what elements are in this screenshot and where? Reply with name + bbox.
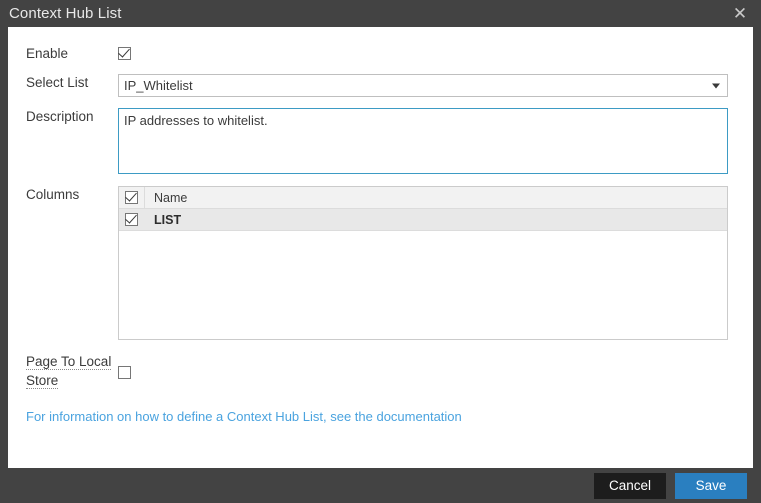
select-list-value: IP_Whitelist: [119, 78, 193, 93]
dialog-body-frame: Enable Select List IP_Whitelist: [0, 27, 761, 468]
row-checkbox-cell: [119, 209, 145, 230]
columns-field: Name LIST: [118, 186, 753, 340]
description-textarea[interactable]: IP addresses to whitelist.: [118, 108, 728, 174]
columns-label: Columns: [8, 186, 118, 203]
select-list-label: Select List: [8, 74, 118, 91]
dialog-footer: Cancel Save: [0, 468, 761, 503]
documentation-link[interactable]: For information on how to define a Conte…: [26, 409, 462, 424]
enable-field: [118, 45, 753, 63]
field-row-columns: Columns Name: [8, 186, 753, 340]
columns-table-empty-area: [119, 231, 727, 331]
select-all-columns-checkbox[interactable]: [125, 191, 138, 204]
context-hub-list-dialog: Context Hub List ✕ Enable Select List: [0, 0, 761, 503]
context-hub-form: Enable Select List IP_Whitelist: [8, 27, 753, 426]
columns-table: Name LIST: [118, 186, 728, 340]
columns-header-name: Name: [145, 191, 727, 205]
column-row-name: LIST: [145, 213, 727, 227]
page-to-local-store-label-line2: Store: [26, 373, 58, 389]
column-row-checkbox[interactable]: [125, 213, 138, 226]
columns-table-header-row: Name: [119, 187, 727, 209]
save-button[interactable]: Save: [675, 473, 747, 499]
enable-label: Enable: [8, 45, 118, 62]
chevron-down-icon: [712, 83, 720, 88]
documentation-row: For information on how to define a Conte…: [8, 408, 753, 426]
page-to-local-store-checkbox[interactable]: [118, 366, 131, 379]
cancel-button[interactable]: Cancel: [594, 473, 666, 499]
dialog-content: Enable Select List IP_Whitelist: [8, 27, 753, 468]
dialog-titlebar: Context Hub List ✕: [0, 0, 761, 27]
field-row-description: Description IP addresses to whitelist.: [8, 108, 753, 174]
description-label: Description: [8, 108, 118, 125]
select-list-dropdown[interactable]: IP_Whitelist: [118, 74, 728, 97]
page-to-local-store-label: Page To Local Store: [8, 352, 118, 390]
field-row-select-list: Select List IP_Whitelist: [8, 74, 753, 97]
field-row-page-to-local-store: Page To Local Store: [8, 352, 753, 390]
table-row[interactable]: LIST: [119, 209, 727, 231]
field-row-enable: Enable: [8, 45, 753, 63]
page-to-local-store-label-line1: Page To Local: [26, 354, 111, 370]
page-to-local-store-field: [118, 352, 753, 382]
dialog-title: Context Hub List: [0, 0, 122, 27]
description-field: IP addresses to whitelist.: [118, 108, 753, 174]
enable-checkbox[interactable]: [118, 47, 131, 60]
close-icon[interactable]: ✕: [725, 0, 755, 27]
columns-header-checkbox-cell: [119, 187, 145, 208]
select-list-field: IP_Whitelist: [118, 74, 753, 97]
